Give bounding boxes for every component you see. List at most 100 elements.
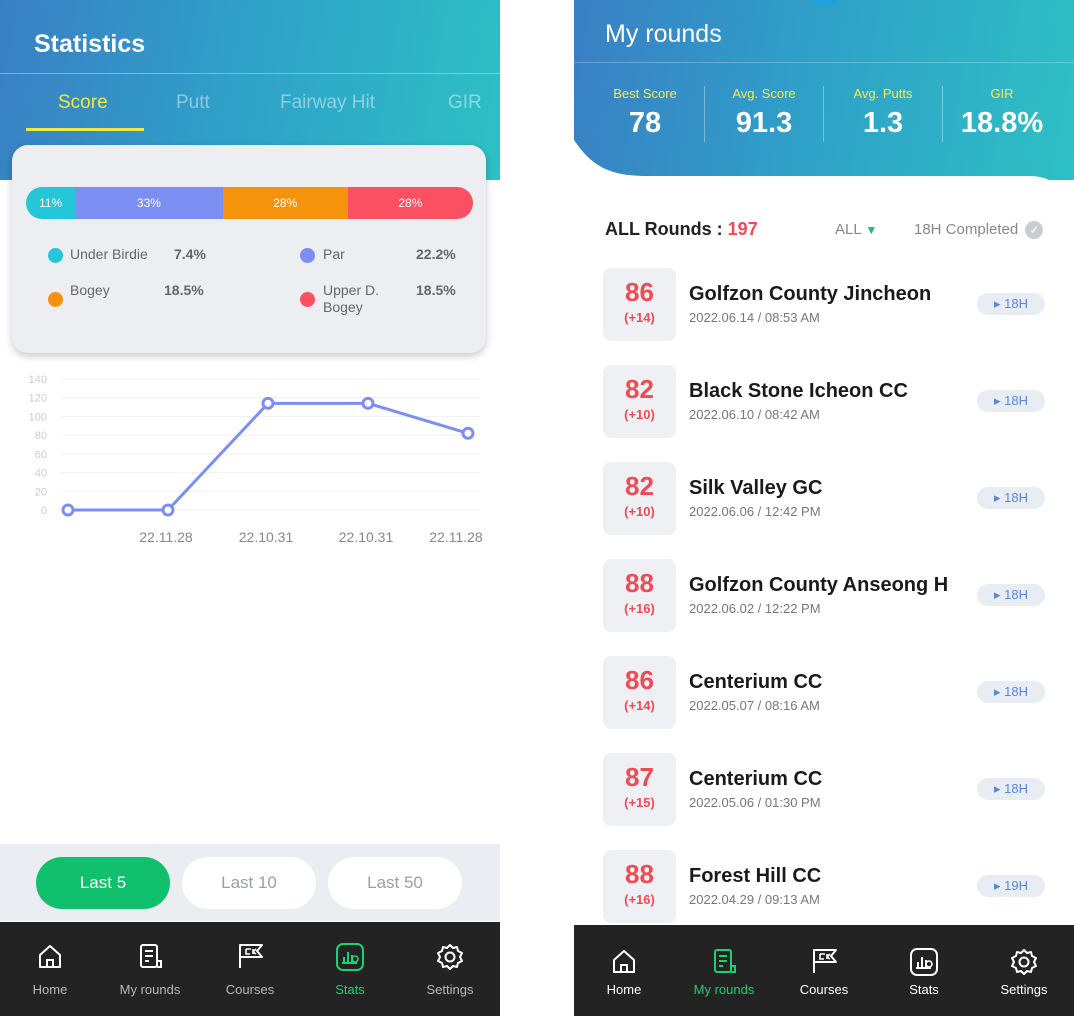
- score-box: 86 (+14): [603, 268, 676, 341]
- play-icon: ▸: [994, 781, 1005, 796]
- bogey-legend-value: 18.5%: [164, 282, 204, 298]
- y-tick-label: 0: [41, 505, 47, 517]
- holes-badge: ▸ 19H: [977, 875, 1045, 897]
- under-birdie-legend-dot: [48, 248, 63, 263]
- course-name: Centerium CC: [689, 768, 823, 790]
- nav-courses[interactable]: Courses: [774, 925, 874, 1016]
- nav-my-rounds[interactable]: My rounds: [100, 922, 200, 1016]
- holes-badge: ▸ 18H: [977, 778, 1045, 800]
- holes-badge: ▸ 18H: [977, 681, 1045, 703]
- course-name: Silk Valley GC: [689, 477, 823, 499]
- holes-label: 18H: [1004, 393, 1028, 408]
- nav-my-rounds[interactable]: My rounds: [674, 925, 774, 1016]
- nav-my-rounds-label: My rounds: [119, 982, 181, 997]
- y-tick-label: 100: [29, 411, 47, 423]
- home-icon: [610, 947, 638, 980]
- round-list-item[interactable]: 88 (+16) Forest Hill CC 2022.04.29 / 09:…: [574, 850, 1074, 930]
- x-tick-label: 22.11.28: [429, 529, 483, 545]
- round-date: 2022.06.14 / 08:53 AM: [689, 310, 820, 325]
- nav-courses-label: Courses: [225, 982, 275, 997]
- play-icon: ▸: [994, 587, 1005, 602]
- nav-home[interactable]: Home: [574, 925, 674, 1016]
- holes-label: 18H: [1004, 296, 1028, 311]
- nav-home[interactable]: Home: [0, 922, 100, 1016]
- score-box: 88 (+16): [603, 559, 676, 632]
- gir-stat: GIR 18.8%: [943, 86, 1061, 140]
- play-icon: ▸: [994, 490, 1005, 505]
- round-date: 2022.04.29 / 09:13 AM: [689, 892, 820, 907]
- tab-gir[interactable]: GIR: [448, 92, 482, 114]
- page-title: My rounds: [605, 20, 722, 48]
- par-legend-label: Par: [323, 246, 345, 262]
- under-birdie-legend-value: 7.4%: [174, 246, 206, 262]
- play-icon: ▸: [994, 296, 1005, 311]
- tab-fairway-hit[interactable]: Fairway Hit: [280, 92, 375, 114]
- course-name: Centerium CC: [689, 671, 823, 693]
- course-name: Forest Hill CC: [689, 865, 822, 887]
- last-10-button[interactable]: Last 10: [182, 857, 316, 909]
- holes-badge: ▸ 18H: [977, 487, 1045, 509]
- gir-value: 18.8%: [960, 107, 1044, 139]
- avg-score-value: 91.3: [735, 107, 793, 139]
- play-icon: ▸: [994, 878, 1005, 893]
- round-list-item[interactable]: 86 (+14) Golfzon County Jincheon 2022.06…: [574, 268, 1074, 348]
- bottom-nav: Home My rounds Courses Stats Settings: [0, 922, 500, 1016]
- gear-icon: [435, 942, 465, 977]
- last-50-button[interactable]: Last 50: [328, 857, 462, 909]
- round-date: 2022.05.06 / 01:30 PM: [689, 795, 821, 810]
- round-score-diff: (+14): [624, 698, 655, 713]
- all-rounds-number: 197: [727, 219, 758, 239]
- last-5-button[interactable]: Last 5: [36, 857, 170, 909]
- page-title: Statistics: [34, 30, 146, 58]
- bogey-legend-label: Bogey: [70, 282, 110, 298]
- my-rounds-screen: My rounds Best Score 78 Avg. Score 91.3 …: [574, 0, 1074, 1016]
- tab-putt[interactable]: Putt: [176, 92, 210, 114]
- nav-settings[interactable]: Settings: [974, 925, 1074, 1016]
- scorecard-icon: [710, 947, 738, 980]
- y-tick-label: 120: [29, 393, 47, 405]
- nav-courses[interactable]: Courses: [200, 922, 300, 1016]
- distribution-bar: 11% 33% 28% 28%: [26, 187, 473, 219]
- round-list-item[interactable]: 87 (+15) Centerium CC 2022.05.06 / 01:30…: [574, 753, 1074, 833]
- nav-stats[interactable]: Stats: [300, 922, 400, 1016]
- round-score-diff: (+10): [624, 407, 655, 422]
- round-score-diff: (+10): [624, 504, 655, 519]
- completed-filter-toggle[interactable]: 18H Completed ✓: [914, 221, 1044, 240]
- round-list-item[interactable]: 82 (+10) Silk Valley GC 2022.06.06 / 12:…: [574, 462, 1074, 542]
- avg-score-label: Avg. Score: [732, 86, 796, 101]
- upper-double-bogey-legend-label: Upper D. Bogey: [323, 282, 380, 315]
- score-distribution-card: 11% 33% 28% 28% Under Birdie 7.4% Par 22…: [12, 145, 486, 353]
- nav-stats-label: Stats: [335, 982, 365, 997]
- x-tick-label: 22.10.31: [339, 529, 394, 545]
- holes-badge: ▸ 18H: [977, 293, 1045, 315]
- filter-dropdown[interactable]: ALL ▼: [835, 221, 877, 238]
- under-birdie-segment: 11%: [26, 187, 76, 219]
- round-list-item[interactable]: 82 (+10) Black Stone Icheon CC 2022.06.1…: [574, 365, 1074, 445]
- gear-icon: [1009, 947, 1039, 982]
- upper-double-bogey-segment: 28%: [347, 187, 473, 219]
- statistics-screen: Statistics Score Putt Fairway Hit GIR 11…: [0, 0, 500, 1016]
- nav-stats[interactable]: Stats: [874, 925, 974, 1016]
- round-list-item[interactable]: 86 (+14) Centerium CC 2022.05.07 / 08:16…: [574, 656, 1074, 736]
- under-birdie-legend-label: Under Birdie: [70, 246, 148, 262]
- score-box: 87 (+15): [603, 753, 676, 826]
- filter-dropdown-value: ALL: [835, 221, 862, 238]
- y-tick-label: 140: [29, 374, 47, 386]
- round-date: 2022.06.02 / 12:22 PM: [689, 601, 821, 616]
- nav-courses-label: Courses: [799, 982, 849, 997]
- tab-score[interactable]: Score: [58, 92, 108, 114]
- avg-score-stat: Avg. Score 91.3: [705, 86, 823, 140]
- course-name: Black Stone Icheon CC: [689, 380, 908, 402]
- round-list-item[interactable]: 88 (+16) Golfzon County Anseong H 2022.0…: [574, 559, 1074, 639]
- nav-home-label: Home: [606, 982, 642, 997]
- nav-home-label: Home: [32, 982, 68, 997]
- holes-label: 18H: [1004, 684, 1028, 699]
- y-tick-label: 40: [35, 468, 47, 480]
- par-legend-value: 22.2%: [416, 246, 456, 262]
- bottom-nav: Home My rounds Courses Stats Settings: [574, 925, 1074, 1016]
- nav-settings[interactable]: Settings: [400, 922, 500, 1016]
- x-tick-label: 22.11.28: [139, 529, 193, 545]
- caret-down-icon: ▼: [865, 223, 878, 237]
- x-tick-label: 22.10.31: [239, 529, 294, 545]
- stats-icon: [335, 942, 365, 977]
